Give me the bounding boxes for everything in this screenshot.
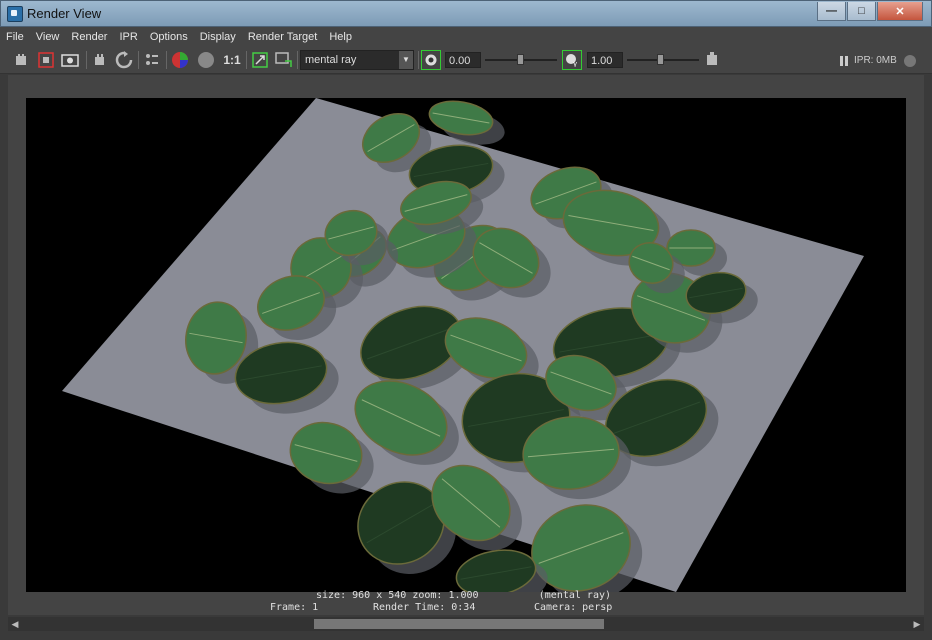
rendered-scene: [62, 98, 864, 592]
redo-render-icon[interactable]: [12, 50, 32, 70]
menu-render-target[interactable]: Render Target: [242, 31, 324, 43]
render-region-icon[interactable]: [36, 50, 56, 70]
render-image: [26, 98, 906, 592]
menu-help[interactable]: Help: [323, 31, 358, 43]
renderer-dropdown[interactable]: mental ray ▼: [300, 50, 414, 70]
ipr-render-icon[interactable]: [90, 50, 110, 70]
render-panel: size: 960 x 540 zoom: 1.000 (mental ray)…: [8, 75, 924, 615]
menu-options[interactable]: Options: [144, 31, 194, 43]
scroll-right-icon[interactable]: ▶: [910, 617, 924, 631]
rgb-channel-icon[interactable]: [170, 50, 190, 70]
menu-ipr[interactable]: IPR: [113, 31, 143, 43]
exposure-icon[interactable]: [421, 50, 441, 70]
exposure-slider-handle[interactable]: [517, 54, 524, 65]
render-size-info: size: 960 x 540 zoom: 1.000 (mental ray): [316, 590, 612, 601]
camera-info: Camera: persp: [534, 602, 613, 613]
render-toolbar: 1:1 mental ray ▼ 0.00 γ 1.00 IPR: 0MB: [0, 47, 932, 74]
one-to-one-button[interactable]: 1:1: [220, 50, 244, 70]
chevron-down-icon: ▼: [399, 51, 413, 69]
ipr-memory-label: IPR: 0MB: [854, 55, 897, 66]
scroll-left-icon[interactable]: ◀: [8, 617, 22, 631]
refresh-icon[interactable]: [114, 50, 134, 70]
menu-display[interactable]: Display: [194, 31, 242, 43]
minimize-button[interactable]: —: [817, 2, 846, 21]
ipr-status-indicator: [900, 51, 920, 71]
maximize-button[interactable]: □: [847, 2, 876, 21]
title-bar: Render View — □ ✕: [0, 0, 932, 27]
gamma-slider[interactable]: [627, 54, 699, 65]
exposure-field[interactable]: 0.00: [445, 52, 481, 68]
snapshot-icon[interactable]: [60, 50, 80, 70]
renderer-value: mental ray: [305, 54, 357, 66]
color-management-icon[interactable]: [702, 50, 722, 70]
frame-info: Frame: 1: [270, 602, 319, 613]
menu-bar: File View Render IPR Options Display Ren…: [0, 27, 932, 47]
window-title: Render View: [27, 6, 102, 21]
exposure-slider[interactable]: [485, 54, 557, 65]
gamma-field[interactable]: 1.00: [587, 52, 623, 68]
render-time-info: Render Time: 0:34: [373, 602, 476, 613]
render-settings-icon[interactable]: [142, 50, 162, 70]
close-button[interactable]: ✕: [877, 2, 923, 21]
scrollbar-thumb[interactable]: [314, 619, 604, 629]
remove-image-icon[interactable]: [274, 50, 294, 70]
menu-view[interactable]: View: [30, 31, 66, 43]
horizontal-scrollbar[interactable]: ◀ ▶: [8, 617, 924, 631]
keep-image-icon[interactable]: [250, 50, 270, 70]
svg-text:γ: γ: [573, 60, 577, 67]
gamma-icon[interactable]: γ: [562, 50, 582, 70]
alpha-channel-icon[interactable]: [196, 50, 216, 70]
app-icon: [7, 6, 23, 22]
menu-render[interactable]: Render: [65, 31, 113, 43]
gamma-slider-handle[interactable]: [657, 54, 664, 65]
menu-file[interactable]: File: [0, 31, 30, 43]
pause-icon[interactable]: [834, 51, 854, 71]
